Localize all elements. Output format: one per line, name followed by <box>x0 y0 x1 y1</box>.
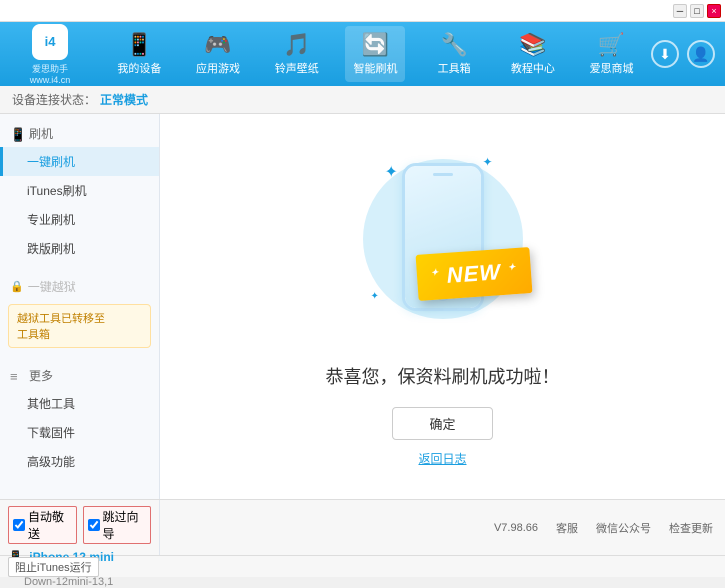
support-link[interactable]: 客服 <box>556 520 578 536</box>
sidebar: 📱 刷机 一键刷机 iTunes刷机 专业刷机 跌版刷机 🔒 一键越狱 越狱工 <box>0 114 160 499</box>
nav-smart-flash-label: 智能刷机 <box>353 60 397 76</box>
smart-flash-icon: 🔄 <box>362 32 389 58</box>
block-itunes-button[interactable]: 阻止iTunes运行 <box>8 557 99 577</box>
sidebar-more-group: ≡ 更多 <box>0 362 159 389</box>
auto-restart-checkbox[interactable]: 自动敬送 <box>8 506 77 544</box>
nav-smart-flash[interactable]: 🔄 智能刷机 <box>345 26 405 82</box>
nav-media-store[interactable]: 🛒 爱思商城 <box>582 26 642 82</box>
logo-icon: i4 <box>32 24 68 60</box>
nav-actions: ⬇ 👤 <box>651 40 715 68</box>
auto-restart-input[interactable] <box>13 519 25 531</box>
nav-ringtones[interactable]: 🎵 铃声壁纸 <box>267 26 327 82</box>
nav-tutorial[interactable]: 📚 教程中心 <box>503 26 563 82</box>
skip-wizard-checkbox[interactable]: 跳过向导 <box>83 506 152 544</box>
skip-wizard-label: 跳过向导 <box>103 508 147 542</box>
sidebar-item-itunes-flash[interactable]: iTunes刷机 <box>0 176 159 205</box>
app-logo: i4 爱思助手 www.i4.cn <box>10 24 90 85</box>
sidebar-item-one-key-flash[interactable]: 一键刷机 <box>0 147 159 176</box>
success-graphic: ✦ ✦ ✦ ✦ NEW ✦ <box>353 147 533 347</box>
sidebar-flash-section: 📱 刷机 一键刷机 iTunes刷机 专业刷机 跌版刷机 <box>0 114 159 269</box>
nav-media-store-label: 爱思商城 <box>590 60 634 76</box>
user-button[interactable]: 👤 <box>687 40 715 68</box>
nav-apps[interactable]: 🎮 应用游戏 <box>188 26 248 82</box>
sparkle-1: ✦ <box>385 162 398 182</box>
sidebar-notice: 越狱工具已转移至工具箱 <box>8 304 151 348</box>
bottom-left-panel: 自动敬送 跳过向导 📱 iPhone 12 mini 64GB Down-12m… <box>0 500 160 555</box>
content-area: ✦ ✦ ✦ ✦ NEW ✦ 恭喜您，保资料刷机成功啦！ 确定 返回日志 <box>160 114 725 499</box>
device-model: Down-12mini-13,1 <box>24 576 113 588</box>
maximize-button[interactable]: □ <box>690 4 704 18</box>
confirm-button[interactable]: 确定 <box>392 407 492 440</box>
sparkle-2: ✦ <box>482 155 492 169</box>
apps-icon: 🎮 <box>204 32 231 58</box>
bottom-section: 自动敬送 跳过向导 📱 iPhone 12 mini 64GB Down-12m… <box>0 499 725 555</box>
nav-ringtones-label: 铃声壁纸 <box>275 60 319 76</box>
sidebar-item-pro-flash[interactable]: 专业刷机 <box>0 205 159 234</box>
logo-url: www.i4.cn <box>30 75 71 85</box>
sidebar-item-downgrade-flash[interactable]: 跌版刷机 <box>0 234 159 263</box>
minimize-button[interactable]: ─ <box>673 4 687 18</box>
nav-apps-label: 应用游戏 <box>196 60 240 76</box>
sidebar-more-label: 更多 <box>29 367 53 384</box>
check-update-link[interactable]: 检查更新 <box>669 520 713 536</box>
flash-group-icon: 📱 <box>10 127 24 141</box>
main-container: 📱 刷机 一键刷机 iTunes刷机 专业刷机 跌版刷机 🔒 一键越狱 越狱工 <box>0 114 725 499</box>
nav-tutorial-label: 教程中心 <box>511 60 555 76</box>
more-group-icon: ≡ <box>10 369 24 383</box>
back-desktop-link[interactable]: 返回日志 <box>418 450 466 467</box>
sidebar-flash-label: 刷机 <box>29 125 53 142</box>
nav-items: 📱 我的设备 🎮 应用游戏 🎵 铃声壁纸 🔄 智能刷机 🔧 工具箱 📚 教程中心… <box>100 26 651 82</box>
other-tools-label: 其他工具 <box>27 397 75 411</box>
close-button[interactable]: × <box>707 4 721 18</box>
sidebar-jailbreak-section: 🔒 一键越狱 越狱工具已转移至工具箱 <box>0 269 159 356</box>
success-title: 恭喜您，保资料刷机成功啦！ <box>326 363 560 389</box>
sidebar-more-section: ≡ 更多 其他工具 下载固件 高级功能 <box>0 356 159 482</box>
one-key-jailbreak-label: 一键越狱 <box>28 278 76 295</box>
pro-flash-label: 专业刷机 <box>27 213 75 227</box>
sidebar-flash-group: 📱 刷机 <box>0 120 159 147</box>
bottom-right-panel: V7.98.66 客服 微信公众号 检查更新 <box>160 500 725 555</box>
auto-restart-label: 自动敬送 <box>28 508 72 542</box>
status-bar: 设备连接状态： 正常模式 <box>0 86 725 114</box>
advanced-label: 高级功能 <box>27 455 75 469</box>
download-firmware-label: 下载固件 <box>27 426 75 440</box>
status-value: 正常模式 <box>100 91 148 108</box>
nav-my-device-label: 我的设备 <box>117 60 161 76</box>
sidebar-item-advanced[interactable]: 高级功能 <box>0 447 159 476</box>
one-key-flash-label: 一键刷机 <box>27 155 75 169</box>
checkbox-row: 自动敬送 跳过向导 <box>8 506 151 544</box>
tutorial-icon: 📚 <box>519 32 546 58</box>
new-badge: ✦ NEW ✦ <box>415 247 532 301</box>
nav-toolbox-label: 工具箱 <box>438 60 471 76</box>
downgrade-flash-label: 跌版刷机 <box>27 242 75 256</box>
navbar: i4 爱思助手 www.i4.cn 📱 我的设备 🎮 应用游戏 🎵 铃声壁纸 🔄… <box>0 22 725 86</box>
titlebar: ─ □ × <box>0 0 725 22</box>
media-store-icon: 🛒 <box>598 32 625 58</box>
sidebar-notice-text: 越狱工具已转移至工具箱 <box>17 313 105 341</box>
skip-wizard-input[interactable] <box>88 519 100 531</box>
toolbox-icon: 🔧 <box>440 32 467 58</box>
itunes-flash-label: iTunes刷机 <box>27 184 87 198</box>
status-label: 设备连接状态： <box>12 91 96 108</box>
sparkle-3: ✦ <box>371 291 379 302</box>
version-label: V7.98.66 <box>494 522 538 534</box>
ringtones-icon: 🎵 <box>283 32 310 58</box>
sidebar-item-other-tools[interactable]: 其他工具 <box>0 389 159 418</box>
my-device-icon: 📱 <box>126 32 153 58</box>
nav-toolbox[interactable]: 🔧 工具箱 <box>424 26 484 82</box>
sidebar-jailbreak-group: 🔒 一键越狱 <box>0 273 159 300</box>
download-button[interactable]: ⬇ <box>651 40 679 68</box>
sidebar-item-download-firmware[interactable]: 下载固件 <box>0 418 159 447</box>
wechat-link[interactable]: 微信公众号 <box>596 520 651 536</box>
nav-my-device[interactable]: 📱 我的设备 <box>109 26 169 82</box>
logo-subtitle: 爱思助手 <box>32 62 68 75</box>
